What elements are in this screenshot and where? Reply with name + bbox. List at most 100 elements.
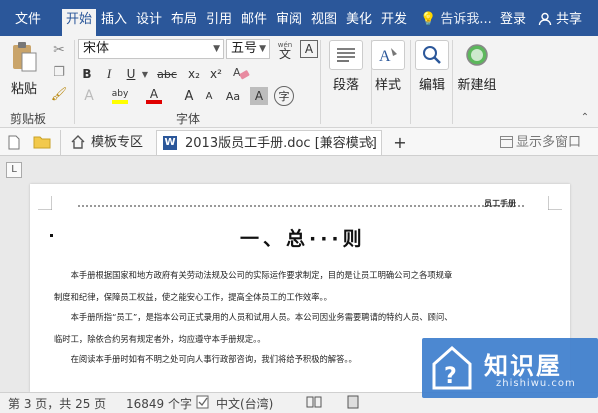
highlight-color-bar <box>112 99 128 104</box>
circle-icon <box>460 40 494 70</box>
new-document-icon[interactable] <box>6 133 22 151</box>
copy-icon: ❐ <box>53 64 65 80</box>
character-border-button[interactable]: A <box>300 40 318 58</box>
add-tab-button[interactable]: + <box>390 130 410 155</box>
crop-mark-top-right <box>548 196 562 210</box>
strikethrough-button[interactable]: abc <box>154 64 180 84</box>
multi-window-label: 显示多窗口 <box>516 135 582 150</box>
home-icon <box>71 135 85 149</box>
grow-font-button[interactable]: A <box>180 86 198 106</box>
font-color-bar <box>146 100 162 104</box>
question-house-logo: ? <box>432 346 472 390</box>
font-group-label: 字体 <box>176 112 201 126</box>
lightbulb-icon: 💡 <box>420 12 437 27</box>
editing-button[interactable]: 编辑 <box>408 40 456 102</box>
share-label: 共享 <box>556 12 583 27</box>
bold-button[interactable]: B <box>78 64 96 84</box>
scissors-icon: ✂ <box>53 42 65 58</box>
tab-current-document[interactable]: W 2013版员工手册.doc [兼容模式] ✕ <box>156 130 382 155</box>
collapse-ribbon-icon[interactable]: ⌃ <box>578 110 592 124</box>
watermark-domain: zhishiwu.com <box>496 378 576 389</box>
character-shading-button[interactable]: A <box>250 87 268 105</box>
print-layout-icon[interactable] <box>346 395 360 412</box>
tab-design[interactable]: 设计 <box>133 9 165 31</box>
page-header-text: 员工手册 <box>484 199 516 208</box>
document-title: 2013版员工手册.doc [兼容模式] <box>185 136 377 151</box>
paste-button[interactable]: 粘贴 <box>4 40 44 102</box>
clipboard-icon <box>7 40 41 74</box>
divider <box>74 40 75 124</box>
tab-references[interactable]: 引用 <box>203 9 235 31</box>
open-folder-icon[interactable] <box>32 133 52 151</box>
crop-mark-top-left <box>38 196 52 210</box>
share-button[interactable]: 共享 <box>536 9 582 31</box>
language-indicator[interactable]: 中文(台湾) <box>216 395 273 412</box>
clipboard-group-label: 剪贴板 <box>10 112 47 126</box>
font-color-glyph: A <box>149 87 159 101</box>
chevron-down-icon[interactable]: ▼ <box>140 64 150 84</box>
shrink-font-button[interactable]: A <box>200 86 218 106</box>
chevron-down-icon: ▼ <box>213 44 220 54</box>
font-size-value: 五号 <box>231 41 258 56</box>
styles-button[interactable]: A 样式 <box>364 40 412 102</box>
font-color-button[interactable]: A <box>144 86 164 106</box>
paragraph-line: 制度和纪律，保障员工权益，使之能安心工作，提高全体员工的工作效率。。 <box>54 292 332 302</box>
font-name-select[interactable]: 宋体 ▼ <box>78 39 224 59</box>
header-rule <box>78 205 524 207</box>
text-effects-button[interactable]: A <box>78 86 100 106</box>
close-icon[interactable]: ✕ <box>366 131 375 156</box>
change-case-button[interactable]: Aa <box>222 86 244 106</box>
template-zone-label: 模板专区 <box>91 135 144 150</box>
phonetic-char: 文 <box>278 47 291 61</box>
tab-home[interactable]: 开始 <box>62 9 96 36</box>
superscript-button[interactable]: x² <box>206 64 226 84</box>
ruler-area: L <box>0 156 598 184</box>
word-doc-icon: W <box>163 136 177 150</box>
tab-stop-selector[interactable]: L <box>6 162 22 178</box>
bullet-mark <box>50 234 53 237</box>
read-mode-icon[interactable] <box>306 395 322 412</box>
watermark-name: 知识屋 <box>484 352 562 380</box>
tab-review[interactable]: 审阅 <box>273 9 305 31</box>
tab-file[interactable]: 文件 <box>6 9 50 31</box>
font-size-select[interactable]: 五号 ▼ <box>226 39 270 59</box>
tell-me-box[interactable]: 💡 告诉我... <box>420 10 492 30</box>
tab-developer[interactable]: 开发 <box>378 9 410 31</box>
window-icon <box>500 136 513 148</box>
paintbrush-icon: 🖌 <box>50 86 68 102</box>
highlight-button[interactable]: aby <box>110 86 130 106</box>
paragraph-line: 本手册所指“员工”，是指本公司正式录用的人员和试用人员。本公司因业务需要聘请的特… <box>54 312 453 322</box>
enclose-characters-button[interactable]: 字 <box>274 86 294 106</box>
underline-button[interactable]: U <box>122 64 140 84</box>
tab-insert[interactable]: 插入 <box>98 9 130 31</box>
highlight-glyph: aby <box>111 88 129 99</box>
new-group-button[interactable]: 新建组 <box>452 40 502 102</box>
chapter-title: 一、总···则 <box>240 228 366 250</box>
chevron-down-icon: ▼ <box>259 44 266 54</box>
format-painter-button[interactable]: 🖌 <box>48 84 70 104</box>
paragraph-button[interactable]: 段落 <box>322 40 370 102</box>
svg-text:A: A <box>233 66 241 79</box>
show-multi-window-button[interactable]: 显示多窗口 <box>498 130 596 155</box>
tab-mailings[interactable]: 邮件 <box>238 9 270 31</box>
tab-beautify[interactable]: 美化 <box>343 9 375 31</box>
document-tab-strip: 模板专区 W 2013版员工手册.doc [兼容模式] ✕ + 显示多窗口 <box>0 128 598 156</box>
subscript-button[interactable]: x₂ <box>184 64 204 84</box>
paragraph-label: 段落 <box>332 78 359 93</box>
cut-button[interactable]: ✂ <box>48 40 70 60</box>
person-icon <box>538 12 552 26</box>
italic-button[interactable]: I <box>100 64 118 84</box>
page-count[interactable]: 第 3 页，共 25 页 <box>8 395 106 412</box>
ribbon-tab-bar: 文件 开始 插入 设计 布局 引用 邮件 审阅 视图 美化 开发 💡 告诉我..… <box>0 0 598 36</box>
tell-me-text: 告诉我... <box>440 12 492 27</box>
phonetic-guide-button[interactable]: wén 文 <box>274 38 296 62</box>
tab-view[interactable]: 视图 <box>308 9 340 31</box>
proofing-icon[interactable] <box>196 395 210 412</box>
tab-layout[interactable]: 布局 <box>168 9 200 31</box>
login-button[interactable]: 登录 <box>500 10 526 30</box>
word-count[interactable]: 16849 个字 <box>126 395 192 412</box>
tab-template-zone[interactable]: 模板专区 <box>60 130 156 155</box>
styles-label: 样式 <box>374 78 401 93</box>
copy-button[interactable]: ❐ <box>48 62 70 82</box>
clear-formatting-button[interactable]: A <box>230 62 252 84</box>
